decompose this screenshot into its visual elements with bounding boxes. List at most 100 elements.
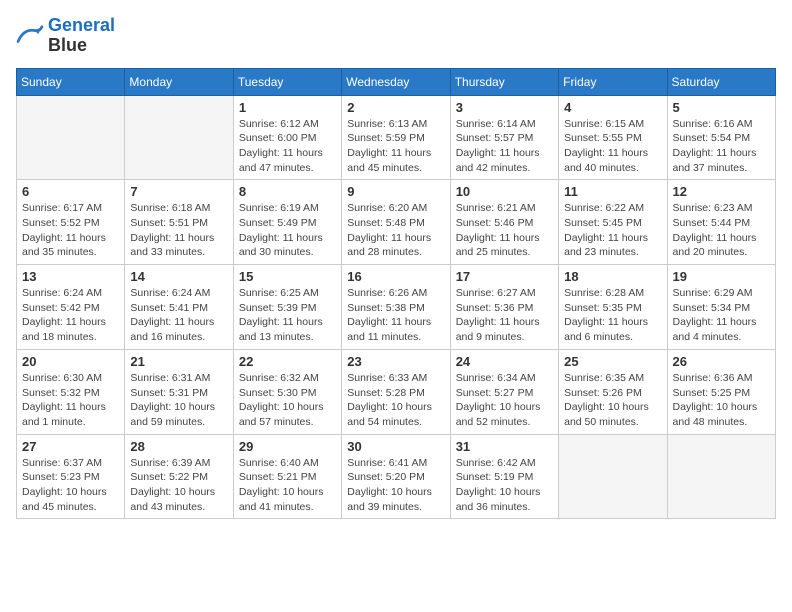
weekday-header-friday: Friday (559, 68, 667, 95)
day-info: Sunrise: 6:19 AM Sunset: 5:49 PM Dayligh… (239, 201, 336, 260)
calendar-cell (125, 95, 233, 180)
calendar-cell: 15Sunrise: 6:25 AM Sunset: 5:39 PM Dayli… (233, 265, 341, 350)
day-number: 29 (239, 439, 336, 454)
day-number: 1 (239, 100, 336, 115)
logo-icon (16, 25, 44, 47)
weekday-header-wednesday: Wednesday (342, 68, 450, 95)
day-info: Sunrise: 6:12 AM Sunset: 6:00 PM Dayligh… (239, 117, 336, 176)
weekday-header-sunday: Sunday (17, 68, 125, 95)
day-number: 20 (22, 354, 119, 369)
calendar-cell: 3 Sunrise: 6:14 AM Sunset: 5:57 PM Daylig… (450, 95, 558, 180)
weekday-header-saturday: Saturday (667, 68, 775, 95)
calendar-cell: 31 Sunrise: 6:42 AM Sunset: 5:19 PM Dayli… (450, 434, 558, 519)
calendar-cell: 13 Sunrise: 6:24 AM Sunset: 5:42 PM Dayli… (17, 265, 125, 350)
calendar-cell: 16 Sunrise: 6:26 AM Sunset: 5:38 PM Dayli… (342, 265, 450, 350)
day-info: Sunrise: 6:15 AM Sunset: 5:55 PM Dayligh… (564, 117, 661, 176)
day-info: Sunrise: 6:18 AM Sunset: 5:51 PM Dayligh… (130, 201, 227, 260)
calendar-cell: 5 Sunrise: 6:16 AM Sunset: 5:54 PM Daylig… (667, 95, 775, 180)
calendar-week-row: 6 Sunrise: 6:17 AM Sunset: 5:52 PM Daylig… (17, 180, 776, 265)
day-info: Sunrise: 6:25 AM Sunset: 5:39 PM Dayligh… (239, 286, 336, 345)
day-number: 25 (564, 354, 661, 369)
day-info: Sunrise: 6:17 AM Sunset: 5:52 PM Dayligh… (22, 201, 119, 260)
day-info: Sunrise: 6:23 AM Sunset: 5:44 PM Dayligh… (673, 201, 770, 260)
day-number: 24 (456, 354, 553, 369)
calendar-cell: 12 Sunrise: 6:23 AM Sunset: 5:44 PM Dayli… (667, 180, 775, 265)
weekday-header-monday: Monday (125, 68, 233, 95)
day-number: 21 (130, 354, 227, 369)
day-info: Sunrise: 6:33 AM Sunset: 5:28 PM Dayligh… (347, 371, 444, 430)
day-info: Sunrise: 6:14 AM Sunset: 5:57 PM Dayligh… (456, 117, 553, 176)
logo-text: General Blue (48, 16, 115, 56)
calendar-cell: 23 Sunrise: 6:33 AM Sunset: 5:28 PM Dayli… (342, 349, 450, 434)
calendar-cell: 7 Sunrise: 6:18 AM Sunset: 5:51 PM Daylig… (125, 180, 233, 265)
day-number: 5 (673, 100, 770, 115)
calendar-cell (559, 434, 667, 519)
day-info: Sunrise: 6:31 AM Sunset: 5:31 PM Dayligh… (130, 371, 227, 430)
day-info: Sunrise: 6:21 AM Sunset: 5:46 PM Dayligh… (456, 201, 553, 260)
day-info: Sunrise: 6:40 AM Sunset: 5:21 PM Dayligh… (239, 456, 336, 515)
day-info: Sunrise: 6:35 AM Sunset: 5:26 PM Dayligh… (564, 371, 661, 430)
day-info: Sunrise: 6:28 AM Sunset: 5:35 PM Dayligh… (564, 286, 661, 345)
calendar-cell: 4Sunrise: 6:15 AM Sunset: 5:55 PM Daylig… (559, 95, 667, 180)
day-number: 12 (673, 184, 770, 199)
day-info: Sunrise: 6:32 AM Sunset: 5:30 PM Dayligh… (239, 371, 336, 430)
day-number: 30 (347, 439, 444, 454)
day-number: 28 (130, 439, 227, 454)
calendar-cell: 2Sunrise: 6:13 AM Sunset: 5:59 PM Daylig… (342, 95, 450, 180)
day-number: 7 (130, 184, 227, 199)
calendar-cell: 27 Sunrise: 6:37 AM Sunset: 5:23 PM Dayli… (17, 434, 125, 519)
calendar-cell: 28 Sunrise: 6:39 AM Sunset: 5:22 PM Dayli… (125, 434, 233, 519)
day-info: Sunrise: 6:42 AM Sunset: 5:19 PM Dayligh… (456, 456, 553, 515)
calendar-cell: 24 Sunrise: 6:34 AM Sunset: 5:27 PM Dayli… (450, 349, 558, 434)
calendar-cell: 9 Sunrise: 6:20 AM Sunset: 5:48 PM Daylig… (342, 180, 450, 265)
calendar-cell: 6 Sunrise: 6:17 AM Sunset: 5:52 PM Daylig… (17, 180, 125, 265)
weekday-header-row: SundayMondayTuesdayWednesdayThursdayFrid… (17, 68, 776, 95)
day-number: 9 (347, 184, 444, 199)
calendar-week-row: 1 Sunrise: 6:12 AM Sunset: 6:00 PM Daylig… (17, 95, 776, 180)
calendar-cell: 11 Sunrise: 6:22 AM Sunset: 5:45 PM Dayli… (559, 180, 667, 265)
day-number: 18 (564, 269, 661, 284)
calendar-week-row: 20Sunrise: 6:30 AM Sunset: 5:32 PM Dayli… (17, 349, 776, 434)
day-number: 8 (239, 184, 336, 199)
calendar-cell: 18 Sunrise: 6:28 AM Sunset: 5:35 PM Dayli… (559, 265, 667, 350)
day-info: Sunrise: 6:16 AM Sunset: 5:54 PM Dayligh… (673, 117, 770, 176)
day-number: 31 (456, 439, 553, 454)
day-number: 23 (347, 354, 444, 369)
calendar-table: SundayMondayTuesdayWednesdayThursdayFrid… (16, 68, 776, 520)
day-number: 6 (22, 184, 119, 199)
calendar-cell: 22 Sunrise: 6:32 AM Sunset: 5:30 PM Dayli… (233, 349, 341, 434)
calendar-cell (17, 95, 125, 180)
day-number: 17 (456, 269, 553, 284)
day-info: Sunrise: 6:22 AM Sunset: 5:45 PM Dayligh… (564, 201, 661, 260)
day-info: Sunrise: 6:24 AM Sunset: 5:42 PM Dayligh… (22, 286, 119, 345)
calendar-cell: 1 Sunrise: 6:12 AM Sunset: 6:00 PM Daylig… (233, 95, 341, 180)
calendar-cell: 14Sunrise: 6:24 AM Sunset: 5:41 PM Dayli… (125, 265, 233, 350)
day-number: 22 (239, 354, 336, 369)
weekday-header-tuesday: Tuesday (233, 68, 341, 95)
calendar-week-row: 13 Sunrise: 6:24 AM Sunset: 5:42 PM Dayli… (17, 265, 776, 350)
day-number: 11 (564, 184, 661, 199)
weekday-header-thursday: Thursday (450, 68, 558, 95)
day-info: Sunrise: 6:24 AM Sunset: 5:41 PM Dayligh… (130, 286, 227, 345)
calendar-cell: 26 Sunrise: 6:36 AM Sunset: 5:25 PM Dayli… (667, 349, 775, 434)
day-info: Sunrise: 6:37 AM Sunset: 5:23 PM Dayligh… (22, 456, 119, 515)
calendar-cell: 30Sunrise: 6:41 AM Sunset: 5:20 PM Dayli… (342, 434, 450, 519)
day-info: Sunrise: 6:26 AM Sunset: 5:38 PM Dayligh… (347, 286, 444, 345)
day-number: 3 (456, 100, 553, 115)
calendar-week-row: 27 Sunrise: 6:37 AM Sunset: 5:23 PM Dayli… (17, 434, 776, 519)
calendar-cell: 19Sunrise: 6:29 AM Sunset: 5:34 PM Dayli… (667, 265, 775, 350)
day-number: 13 (22, 269, 119, 284)
day-info: Sunrise: 6:39 AM Sunset: 5:22 PM Dayligh… (130, 456, 227, 515)
day-info: Sunrise: 6:27 AM Sunset: 5:36 PM Dayligh… (456, 286, 553, 345)
calendar-cell: 20Sunrise: 6:30 AM Sunset: 5:32 PM Dayli… (17, 349, 125, 434)
calendar-cell: 25 Sunrise: 6:35 AM Sunset: 5:26 PM Dayli… (559, 349, 667, 434)
calendar-cell: 10 Sunrise: 6:21 AM Sunset: 5:46 PM Dayli… (450, 180, 558, 265)
day-number: 27 (22, 439, 119, 454)
day-number: 10 (456, 184, 553, 199)
day-number: 19 (673, 269, 770, 284)
day-info: Sunrise: 6:36 AM Sunset: 5:25 PM Dayligh… (673, 371, 770, 430)
day-info: Sunrise: 6:20 AM Sunset: 5:48 PM Dayligh… (347, 201, 444, 260)
day-info: Sunrise: 6:34 AM Sunset: 5:27 PM Dayligh… (456, 371, 553, 430)
day-number: 26 (673, 354, 770, 369)
day-number: 16 (347, 269, 444, 284)
